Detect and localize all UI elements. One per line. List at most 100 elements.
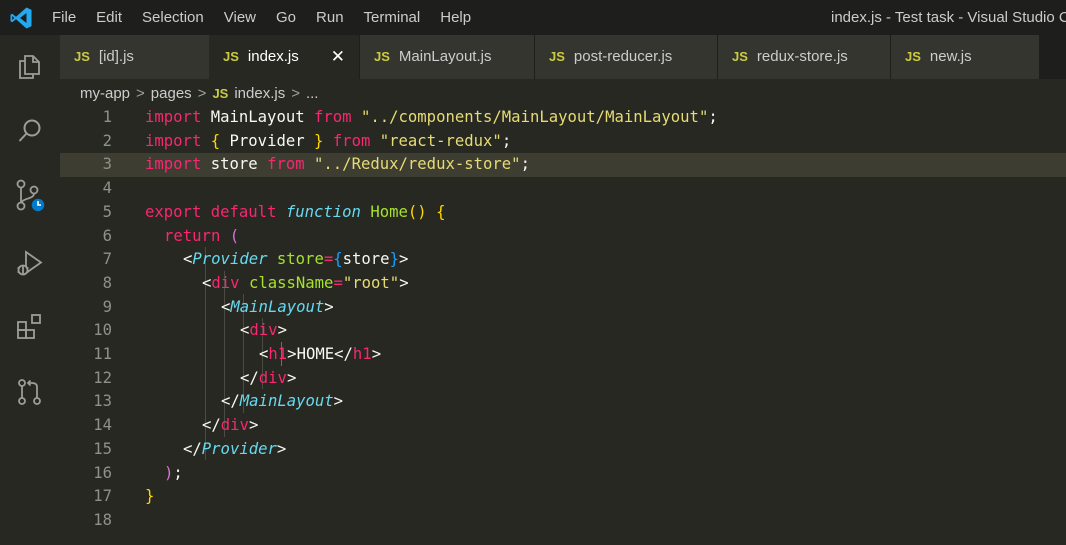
tab-label: redux-store.js: [756, 48, 848, 65]
line-number: 9: [102, 297, 112, 316]
tab-label: index.js: [247, 48, 299, 65]
code-line: 11 <h1>HOME</h1>: [60, 343, 1066, 367]
menu-terminal[interactable]: Terminal: [354, 0, 431, 35]
activity-bar: [0, 35, 60, 545]
code-line: 18: [60, 509, 1066, 533]
title-bar: File Edit Selection View Go Run Terminal…: [0, 0, 1066, 35]
search-icon: [18, 119, 41, 142]
javascript-file-icon: JS: [905, 49, 921, 64]
vscode-logo-icon: [10, 7, 32, 29]
editor-tab-bar: JS [id].js JS index.js ✕ JS MainLayout.js J…: [60, 35, 1066, 79]
source-control-icon: [16, 179, 46, 213]
menu-edit[interactable]: Edit: [86, 0, 132, 35]
code-line-current: 3 import store from "../Redux/redux-stor…: [60, 153, 1066, 178]
code-line: 13 </MainLayout>: [60, 390, 1066, 414]
menu-go[interactable]: Go: [266, 0, 306, 35]
tab-label: MainLayout.js: [398, 48, 492, 65]
menu-bar: File Edit Selection View Go Run Terminal…: [42, 0, 481, 35]
code-line: 2 import { Provider } from "react-redux"…: [60, 130, 1066, 154]
tab-id-js[interactable]: JS [id].js: [60, 35, 209, 79]
menu-help[interactable]: Help: [430, 0, 481, 35]
code-line: 15 </Provider>: [60, 438, 1066, 462]
explorer-icon: [19, 55, 40, 79]
breadcrumb-item-symbols[interactable]: ...: [306, 83, 319, 105]
code-line: 14 </div>: [60, 414, 1066, 438]
chevron-right-icon: >: [197, 85, 207, 102]
code-text: <div className="root">: [202, 273, 409, 292]
breadcrumb-item-my-app[interactable]: my-app: [80, 83, 130, 105]
run-debug-icon: [17, 250, 43, 276]
line-number: 14: [93, 416, 112, 435]
code-text: <h1>HOME</h1>: [259, 345, 382, 363]
chevron-right-icon: >: [291, 85, 300, 102]
close-icon[interactable]: ✕: [331, 35, 345, 79]
code-line: 16 );: [60, 462, 1066, 486]
tab-index-js[interactable]: JS index.js ✕: [209, 35, 359, 79]
javascript-file-icon: JS: [212, 86, 229, 101]
code-text: </Provider>: [183, 439, 287, 458]
code-text: import { Provider } from "react-redux";: [145, 131, 512, 150]
code-line: 8 <div className="root">: [60, 272, 1066, 296]
line-number: 6: [102, 226, 112, 245]
explorer-button[interactable]: [0, 43, 60, 91]
window-title: index.js - Test task - Visual Studio Co: [831, 9, 1066, 26]
line-number: 13: [93, 392, 112, 411]
chevron-right-icon: >: [136, 85, 145, 102]
menu-view[interactable]: View: [214, 0, 266, 35]
code-text: export default function Home() {: [145, 202, 446, 221]
breadcrumb-item-index-js[interactable]: index.js: [234, 83, 285, 105]
tab-label: post-reducer.js: [573, 48, 673, 65]
menu-selection[interactable]: Selection: [132, 0, 214, 35]
code-text: );: [164, 463, 183, 482]
code-line: 1 import MainLayout from "../components/…: [60, 106, 1066, 130]
line-number: 12: [93, 368, 112, 387]
breadcrumb: my-app > pages > JS index.js > ...: [80, 83, 318, 105]
tab-mainlayout-js[interactable]: JS MainLayout.js: [360, 35, 534, 79]
search-button[interactable]: [0, 107, 60, 155]
code-text: }: [145, 487, 155, 506]
tab-label: [id].js: [98, 48, 134, 65]
line-number: 7: [102, 250, 112, 269]
line-number: 10: [93, 321, 112, 340]
javascript-file-icon: JS: [223, 49, 239, 64]
code-text: import store from "../Redux/redux-store"…: [145, 155, 530, 174]
code-text: </div>: [202, 416, 259, 435]
breadcrumb-item-pages[interactable]: pages: [151, 83, 192, 105]
javascript-file-icon: JS: [374, 49, 390, 64]
source-control-button[interactable]: [0, 172, 60, 220]
run-debug-button[interactable]: [0, 239, 60, 287]
menu-file[interactable]: File: [42, 0, 86, 35]
javascript-file-icon: JS: [732, 49, 748, 64]
line-number: 4: [102, 179, 112, 198]
line-number: 16: [93, 463, 112, 482]
code-text: <Provider store={store}>: [183, 250, 409, 269]
line-number: 17: [93, 487, 112, 506]
pull-request-icon: [18, 379, 41, 405]
line-number: 5: [102, 202, 112, 221]
code-line: 6 return (: [60, 225, 1066, 249]
code-editor[interactable]: 1 import MainLayout from "../components/…: [60, 105, 1066, 545]
code-line: 17 }: [60, 485, 1066, 509]
code-line: 12 </div>: [60, 367, 1066, 391]
line-number: 3: [102, 155, 112, 174]
extensions-button[interactable]: [0, 303, 60, 351]
tab-post-reducer-js[interactable]: JS post-reducer.js: [535, 35, 717, 79]
line-number: 2: [102, 131, 112, 150]
tab-label: new.js: [929, 48, 972, 65]
code-line: 7 <Provider store={store}>: [60, 248, 1066, 272]
code-line: 9 <MainLayout>: [60, 296, 1066, 320]
javascript-file-icon: JS: [74, 49, 90, 64]
tab-redux-store-js[interactable]: JS redux-store.js: [718, 35, 890, 79]
pull-request-button[interactable]: [0, 368, 60, 416]
code-line: 10 <div>: [60, 319, 1066, 343]
menu-run[interactable]: Run: [306, 0, 354, 35]
code-text: <div>: [240, 321, 287, 340]
line-number: 18: [93, 510, 112, 529]
tab-new-js[interactable]: JS new.js: [891, 35, 1039, 79]
code-text: import MainLayout from "../components/Ma…: [145, 108, 718, 126]
code-text: <MainLayout>: [221, 297, 334, 316]
javascript-file-icon: JS: [549, 49, 565, 64]
extensions-icon: [17, 314, 41, 339]
line-number: 8: [102, 273, 112, 292]
line-number: 1: [102, 108, 112, 126]
